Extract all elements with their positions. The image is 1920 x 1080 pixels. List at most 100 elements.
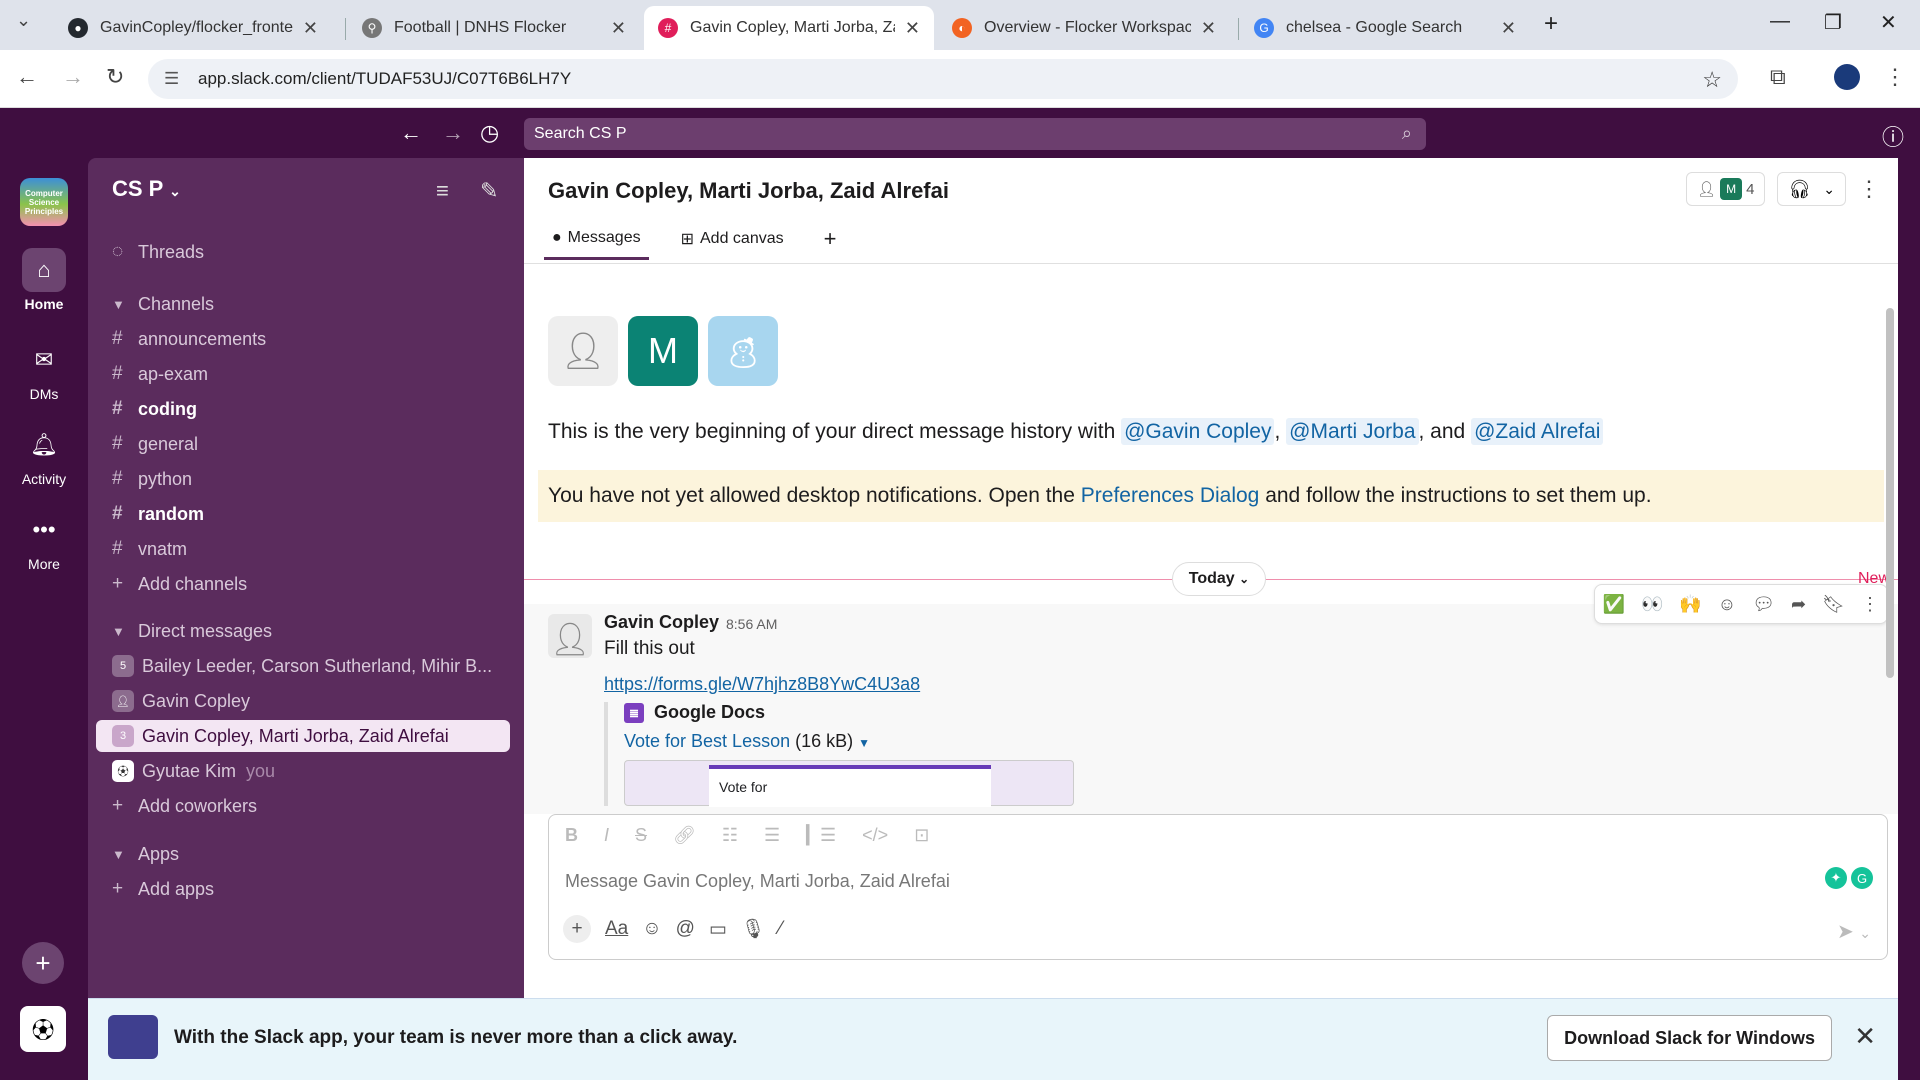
sidebar-channel-general[interactable]: # general bbox=[96, 428, 510, 460]
sidebar-dm-gavin[interactable]: 👤︎ Gavin Copley bbox=[96, 685, 510, 717]
bookmark-star-icon[interactable]: ☆ bbox=[1702, 67, 1722, 93]
history-forward-icon[interactable]: → bbox=[442, 120, 464, 146]
download-slack-button[interactable]: Download Slack for Windows bbox=[1547, 1015, 1832, 1061]
rail-more[interactable]: ••• More bbox=[0, 508, 88, 572]
ordered-list-icon[interactable]: ☷ bbox=[722, 825, 738, 846]
unfurl-file[interactable]: Vote for Best Lesson (16 kB) ▼ bbox=[624, 731, 1074, 752]
video-icon[interactable]: ▭ bbox=[709, 918, 727, 941]
more-actions-icon[interactable]: ⋮ bbox=[1861, 594, 1879, 615]
add-reaction-icon[interactable]: ☺ bbox=[1718, 594, 1736, 615]
message-author[interactable]: Gavin Copley bbox=[604, 612, 719, 633]
compose-icon[interactable]: ✎ bbox=[480, 178, 498, 204]
bookmark-icon[interactable]: 🔖︎ bbox=[1822, 594, 1845, 615]
date-jump-button[interactable]: Today ⌄ bbox=[1172, 562, 1266, 596]
browser-tab-4[interactable]: ◐ Overview - Flocker Workspace ✕ bbox=[938, 6, 1230, 50]
avatar-marti[interactable]: M bbox=[628, 316, 698, 386]
message-timestamp[interactable]: 8:56 AM bbox=[726, 616, 777, 632]
avatar-default-icon[interactable]: 👤︎ bbox=[548, 316, 618, 386]
filter-icon[interactable]: ≡ bbox=[436, 178, 449, 204]
search-input[interactable]: Search CS P ⌕ bbox=[524, 118, 1426, 150]
add-tab-icon[interactable]: + bbox=[816, 218, 845, 260]
checkmark-reaction-icon[interactable]: ✅ bbox=[1603, 594, 1625, 615]
close-icon[interactable]: ✕ bbox=[1854, 1021, 1876, 1052]
history-back-icon[interactable]: ← bbox=[400, 120, 422, 146]
message-avatar-icon[interactable]: 👤︎ bbox=[548, 614, 592, 658]
back-icon[interactable]: ← bbox=[16, 64, 38, 90]
message-link[interactable]: https://forms.gle/W7hjhz8B8YwC4U3a8 bbox=[604, 674, 920, 695]
workspace-logo[interactable]: Computer Science Principles bbox=[20, 178, 68, 226]
browser-tab-1[interactable]: ● GavinCopley/flocker_frontend: F ✕ bbox=[54, 6, 332, 50]
tab-search-icon[interactable]: ⌄ bbox=[16, 10, 31, 31]
slash-command-icon[interactable]: ⁄ bbox=[779, 918, 782, 940]
window-close-icon[interactable]: ✕ bbox=[1880, 10, 1897, 35]
browser-tab-3-active[interactable]: # Gavin Copley, Marti Jorba, Zaid ✕ bbox=[644, 6, 934, 50]
close-tab-icon[interactable]: ✕ bbox=[905, 18, 920, 39]
sidebar-dm-group-current[interactable]: 3 Gavin Copley, Marti Jorba, Zaid Alrefai bbox=[96, 720, 510, 752]
members-button[interactable]: 👤︎ M 4 bbox=[1686, 172, 1766, 206]
link-icon[interactable]: 🔗︎ bbox=[673, 825, 696, 846]
rail-dms[interactable]: ✉ DMs bbox=[0, 338, 88, 402]
close-tab-icon[interactable]: ✕ bbox=[1201, 18, 1216, 39]
sidebar-channel-announcements[interactable]: # announcements bbox=[96, 323, 510, 355]
attach-plus-icon[interactable]: + bbox=[563, 915, 591, 943]
browser-menu-icon[interactable]: ⋮ bbox=[1884, 64, 1906, 90]
scrollbar[interactable] bbox=[1886, 308, 1894, 678]
chevron-down-icon[interactable]: ⌄ bbox=[1859, 925, 1871, 941]
grammarly-widget[interactable]: ✦ G bbox=[1825, 867, 1873, 889]
mention-marti[interactable]: @Marti Jorba bbox=[1286, 418, 1419, 445]
browser-tab-2[interactable]: ⚲ Football | DNHS Flocker ✕ bbox=[348, 6, 640, 50]
profile-avatar-icon[interactable] bbox=[1834, 64, 1860, 90]
eyes-reaction-icon[interactable]: 👀 bbox=[1641, 594, 1663, 615]
sidebar-channel-vnatm[interactable]: # vnatm bbox=[96, 533, 510, 565]
workspace-name-button[interactable]: CS P ⌄ bbox=[112, 176, 181, 202]
caret-down-icon[interactable]: ▼ bbox=[858, 736, 870, 750]
microphone-icon[interactable]: 🎙︎ bbox=[741, 917, 765, 941]
send-button[interactable]: ➤ ⌄ bbox=[1837, 919, 1871, 944]
sidebar-item-threads[interactable]: ◌ Threads bbox=[96, 236, 510, 268]
strikethrough-icon[interactable]: S bbox=[635, 825, 647, 846]
channels-section-header[interactable]: ▼ Channels bbox=[96, 288, 510, 320]
help-icon[interactable]: ⓘ bbox=[1882, 120, 1904, 152]
site-info-icon[interactable]: ☰ bbox=[164, 69, 179, 89]
rail-activity[interactable]: 🔔︎ Activity bbox=[0, 423, 88, 487]
message-row[interactable]: ✅ 👀 🙌 ☺ 💬︎ ➦ 🔖︎ ⋮ 👤︎ Gavin Copley 8:56 A… bbox=[524, 584, 1898, 814]
code-icon[interactable]: </> bbox=[862, 825, 888, 846]
reply-thread-icon[interactable]: 💬︎ bbox=[1752, 594, 1775, 615]
huddle-button[interactable]: 🎧︎ ⌄ bbox=[1777, 172, 1846, 206]
extensions-icon[interactable]: ⧉ bbox=[1770, 64, 1786, 90]
new-tab-icon[interactable]: + bbox=[1544, 10, 1558, 38]
kebab-menu-icon[interactable]: ⋮ bbox=[1858, 176, 1880, 202]
sidebar-dm-group-bailey[interactable]: 5 Bailey Leeder, Carson Sutherland, Mihir… bbox=[96, 650, 510, 682]
url-field[interactable]: ☰ app.slack.com/client/TUDAF53UJ/C07T6B6… bbox=[148, 59, 1738, 99]
emoji-icon[interactable]: ☺ bbox=[642, 918, 661, 940]
browser-tab-5[interactable]: G chelsea - Google Search ✕ bbox=[1240, 6, 1530, 50]
message-input[interactable]: Message Gavin Copley, Marti Jorba, Zaid … bbox=[565, 871, 950, 892]
file-name[interactable]: Vote for Best Lesson bbox=[624, 731, 790, 751]
conversation-title[interactable]: Gavin Copley, Marti Jorba, Zaid Alrefai bbox=[548, 178, 949, 204]
raised-hands-reaction-icon[interactable]: 🙌 bbox=[1679, 594, 1701, 615]
sidebar-channel-random[interactable]: # random bbox=[96, 498, 510, 530]
add-coworkers-button[interactable]: + Add coworkers bbox=[96, 790, 510, 822]
sidebar-channel-ap-exam[interactable]: # ap-exam bbox=[96, 358, 510, 390]
add-workspace-button[interactable]: + bbox=[22, 942, 64, 984]
close-tab-icon[interactable]: ✕ bbox=[1501, 18, 1516, 39]
tab-messages[interactable]: ● Messages bbox=[544, 218, 649, 260]
add-apps-button[interactable]: + Add apps bbox=[96, 873, 510, 905]
reload-icon[interactable]: ↻ bbox=[106, 64, 124, 90]
form-preview[interactable]: Vote for bbox=[624, 760, 1074, 807]
forward-icon[interactable]: → bbox=[62, 64, 84, 90]
mention-zaid[interactable]: @Zaid Alrefai bbox=[1471, 418, 1604, 445]
close-tab-icon[interactable]: ✕ bbox=[303, 18, 318, 39]
rail-home[interactable]: ⌂ Home bbox=[0, 248, 88, 312]
history-icon[interactable]: ◷ bbox=[480, 120, 499, 146]
restore-icon[interactable]: ❐ bbox=[1824, 10, 1842, 35]
sidebar-channel-coding[interactable]: # coding bbox=[96, 393, 510, 425]
preferences-link[interactable]: Preferences Dialog bbox=[1081, 484, 1260, 507]
italic-icon[interactable]: I bbox=[604, 825, 609, 846]
code-block-icon[interactable]: ⊡ bbox=[914, 825, 929, 846]
sidebar-dm-self[interactable]: ⚽︎ Gyutae Kim you bbox=[96, 755, 510, 787]
apps-section-header[interactable]: ▼ Apps bbox=[96, 838, 510, 870]
tab-add-canvas[interactable]: ⊞ Add canvas bbox=[673, 218, 792, 260]
mention-icon[interactable]: @ bbox=[676, 918, 695, 940]
close-tab-icon[interactable]: ✕ bbox=[611, 18, 626, 39]
